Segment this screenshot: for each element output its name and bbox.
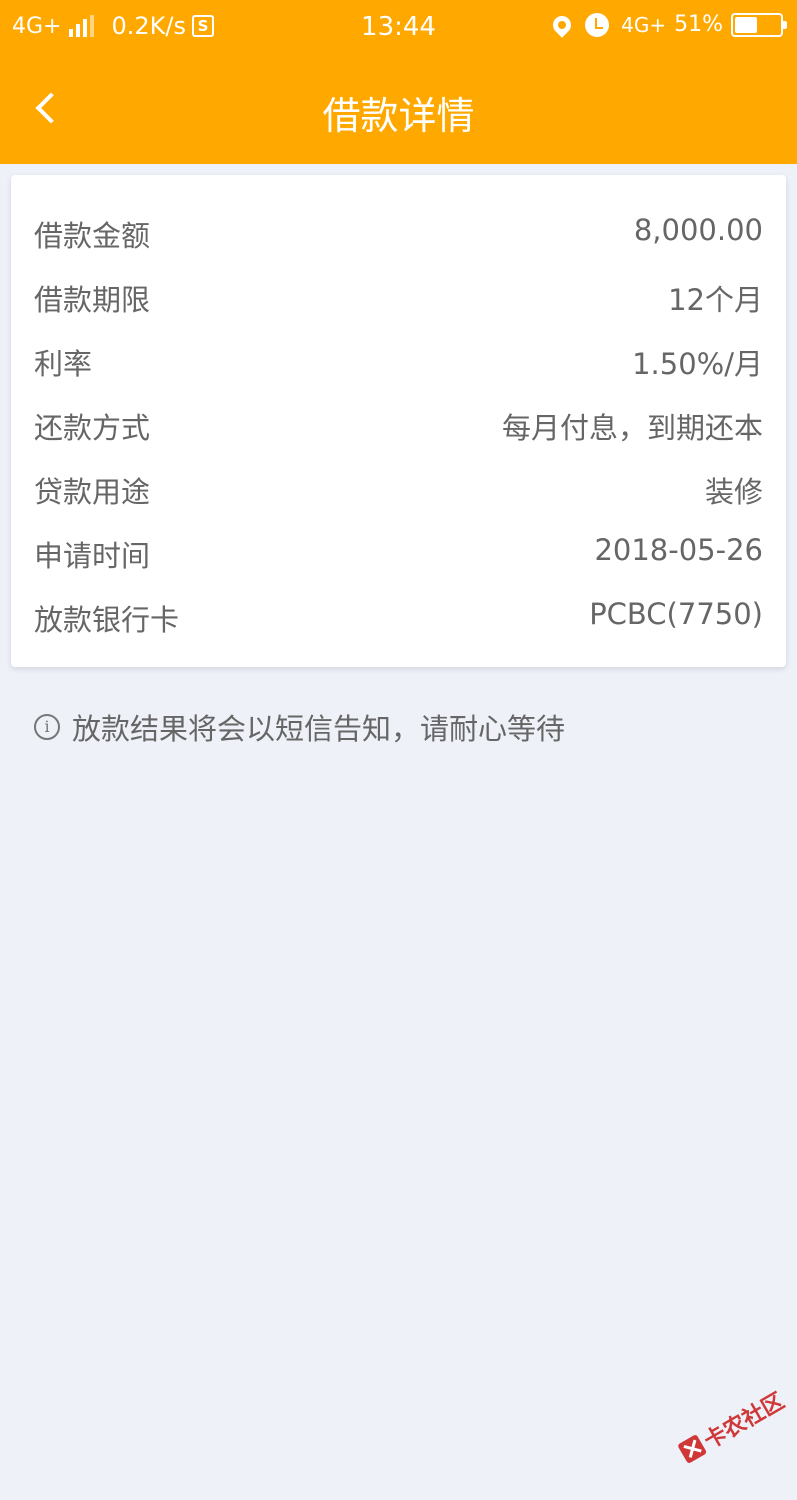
detail-label: 借款金额 xyxy=(34,219,151,253)
detail-label: 放款银行卡 xyxy=(34,603,180,637)
detail-label: 利率 xyxy=(34,347,93,381)
detail-row-purpose: 贷款用途 装修 xyxy=(34,469,763,513)
watermark: 卡农社区 xyxy=(675,1384,790,1469)
detail-value: PCBC(7750) xyxy=(589,597,763,631)
notice-text: 放款结果将会以短信告知，请耐心等待 xyxy=(72,712,566,746)
nav-bar: 借款详情 xyxy=(0,55,797,164)
detail-label: 贷款用途 xyxy=(34,475,151,509)
status-bar: 4G+ 0.2K/s S 13:44 4G+ 51% xyxy=(0,0,797,55)
detail-value: 2018-05-26 xyxy=(594,533,763,567)
location-icon xyxy=(549,11,575,38)
detail-value: 12个月 xyxy=(668,283,763,317)
detail-label: 还款方式 xyxy=(34,411,151,445)
battery-icon xyxy=(731,12,787,37)
notice-message: i 放款结果将会以短信告知，请耐心等待 xyxy=(34,706,565,748)
detail-row-apply-date: 申请时间 2018-05-26 xyxy=(34,533,763,577)
detail-value: 8,000.00 xyxy=(633,213,763,247)
watermark-text: 卡农社区 xyxy=(700,1388,789,1455)
detail-label: 借款期限 xyxy=(34,283,151,317)
alarm-icon xyxy=(585,12,610,37)
detail-value: 每月付息，到期还本 xyxy=(501,411,763,445)
battery-percent: 51% xyxy=(674,12,723,37)
network-type-right: 4G+ xyxy=(621,12,667,37)
detail-row-amount: 借款金额 8,000.00 xyxy=(34,213,763,257)
detail-row-rate: 利率 1.50%/月 xyxy=(34,341,763,385)
battery-fill xyxy=(735,16,758,33)
detail-value: 装修 xyxy=(704,475,763,509)
info-icon: i xyxy=(34,714,60,740)
loan-detail-card: 借款金额 8,000.00 借款期限 12个月 利率 1.50%/月 还款方式 … xyxy=(11,175,786,667)
detail-label: 申请时间 xyxy=(34,539,151,573)
detail-row-term: 借款期限 12个月 xyxy=(34,277,763,321)
page-title: 借款详情 xyxy=(322,94,475,138)
detail-value: 1.50%/月 xyxy=(632,347,763,381)
detail-row-bank-card: 放款银行卡 PCBC(7750) xyxy=(34,597,763,641)
app-header: 4G+ 0.2K/s S 13:44 4G+ 51% 借款详情 xyxy=(0,0,797,164)
detail-row-repayment: 还款方式 每月付息，到期还本 xyxy=(34,405,763,449)
